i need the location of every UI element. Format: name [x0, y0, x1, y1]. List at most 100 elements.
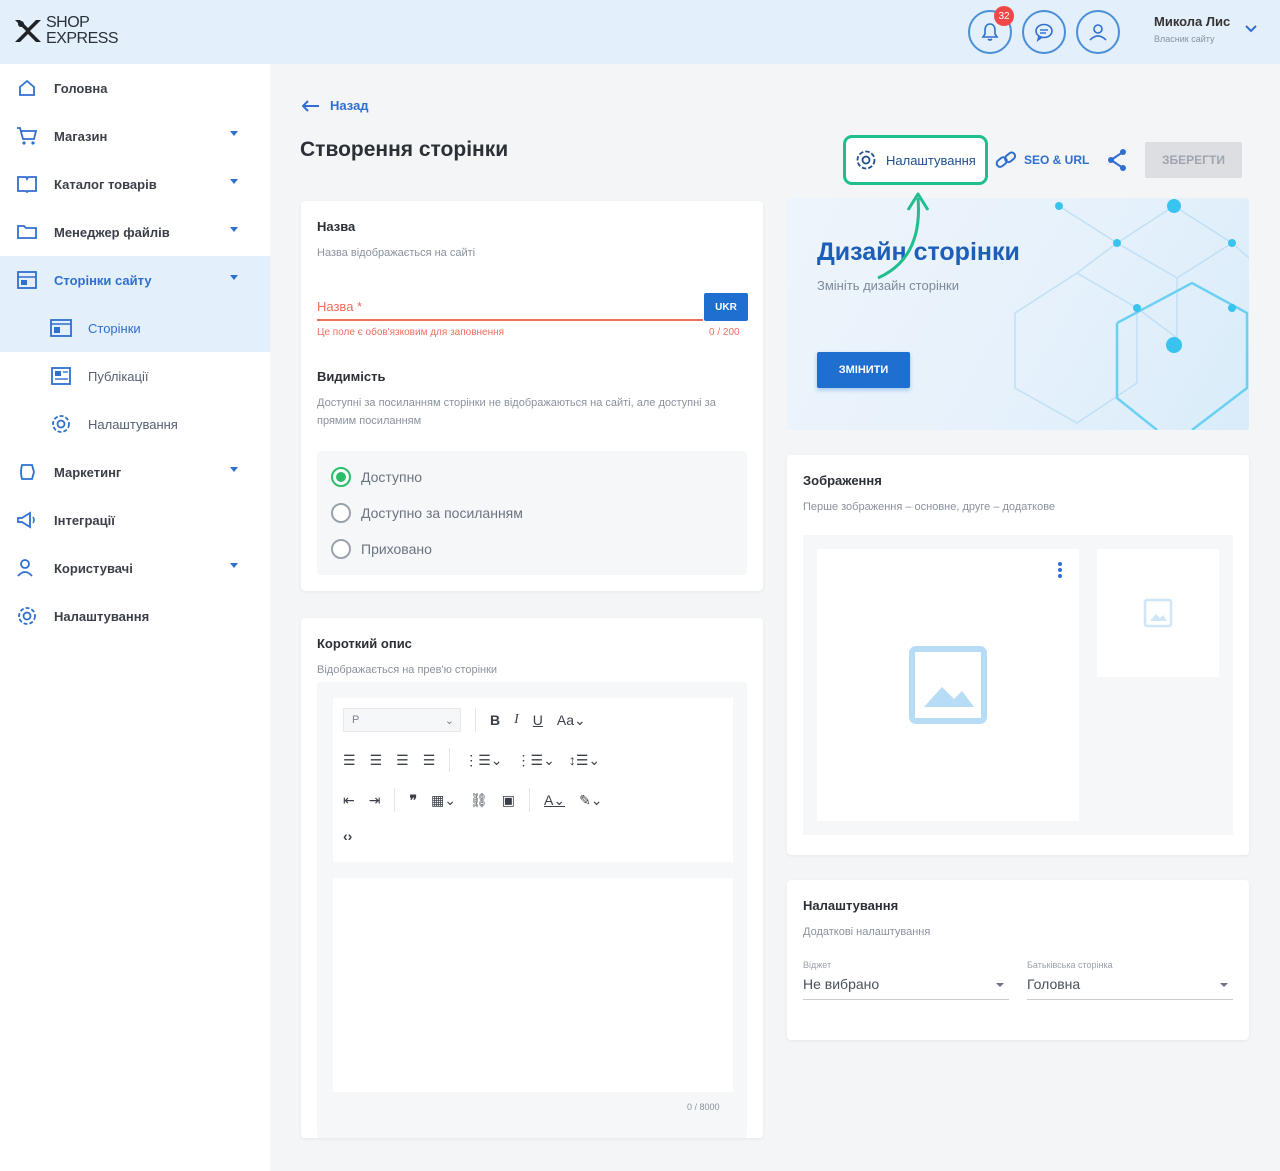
save-button[interactable]: ЗБЕРЕГТИ [1145, 142, 1242, 178]
editor-content-area[interactable] [333, 878, 733, 1092]
visibility-option-hidden[interactable]: Приховано [331, 539, 432, 559]
additional-image-slot[interactable] [1097, 549, 1219, 677]
italic-icon[interactable]: I [514, 712, 519, 728]
page-icon [48, 315, 74, 341]
table-icon[interactable]: ▦⌄ [431, 792, 456, 809]
numbered-list-icon[interactable]: ⋮☰⌄ [517, 752, 555, 769]
logo[interactable]: SHOP EXPRESS [12, 14, 119, 48]
name-char-counter: 0 / 200 [709, 327, 740, 338]
newspaper-icon [48, 363, 74, 389]
visibility-option-available[interactable]: Доступно [331, 467, 422, 487]
indent-icon[interactable]: ⇥ [369, 792, 381, 809]
sidebar-subitem-label: Налаштування [88, 416, 178, 432]
home-icon [14, 75, 40, 101]
gear-icon [48, 411, 74, 437]
design-card: Дизайн сторінки Змініть дизайн сторінки … [787, 198, 1249, 430]
sidebar-item-site-pages[interactable]: Сторінки сайту [0, 256, 270, 304]
sidebar-subitem-pages[interactable]: Сторінки [0, 304, 270, 352]
image-icon[interactable]: ▣ [502, 792, 515, 809]
sidebar-item-integrations[interactable]: Інтеграції [0, 496, 270, 544]
user-menu[interactable]: Микола Лис Власник сайту [1154, 14, 1230, 44]
radio-label: Доступно за посиланням [361, 505, 523, 521]
description-title: Короткий опис [317, 636, 412, 651]
arrow-left-icon [302, 99, 319, 112]
chevron-down-icon: ⌄ [444, 714, 454, 727]
tutorial-arrow-icon [877, 192, 930, 280]
image-placeholder-icon [1143, 598, 1173, 628]
description-subtitle: Відображається на прев'ю сторінки [317, 664, 498, 676]
sidebar-subitem-settings[interactable]: Налаштування [0, 400, 270, 448]
bold-icon[interactable]: B [490, 712, 500, 728]
text-color-icon[interactable]: A⌄ [544, 792, 565, 809]
link-icon[interactable]: ⛓ [470, 792, 488, 809]
settings-button[interactable]: Налаштування [843, 135, 988, 185]
pages-icon [14, 267, 40, 293]
additional-settings-card: Налаштування Додаткові налаштування Відж… [787, 880, 1249, 1040]
radio-label: Приховано [361, 541, 432, 557]
name-input[interactable]: Назва * [317, 293, 703, 321]
line-height-icon[interactable]: ↕☰⌄ [569, 752, 600, 769]
chevron-down-icon [230, 227, 238, 232]
format-select[interactable]: P ⌄ [343, 708, 461, 732]
bullet-list-icon[interactable]: ⋮☰⌄ [464, 752, 502, 769]
seo-url-button[interactable]: SEO & URL [994, 148, 1089, 172]
gear-icon [856, 150, 876, 170]
font-size-icon[interactable]: Aa⌄ [557, 712, 586, 729]
sidebar-item-home[interactable]: Головна [0, 64, 270, 112]
user-icon [1089, 24, 1107, 41]
page-title: Створення сторінки [300, 138, 509, 161]
notifications-button[interactable]: 32 [968, 6, 1014, 54]
parent-page-select[interactable]: Батьківська сторінка Головна [1027, 960, 1233, 1000]
toolbar-separator [529, 788, 530, 812]
name-error-text: Це поле є обов'язковим для заповнення [317, 327, 505, 338]
sidebar-item-catalog[interactable]: Каталог товарів [0, 160, 270, 208]
sidebar-item-settings[interactable]: Налаштування [0, 592, 270, 640]
visibility-option-link[interactable]: Доступно за посиланням [331, 503, 523, 523]
sidebar-item-label: Налаштування [54, 608, 150, 624]
highlight-icon[interactable]: ✎⌄ [579, 792, 602, 809]
name-card-title: Назва [317, 219, 356, 234]
sidebar-item-label: Головна [54, 80, 108, 96]
underline-icon[interactable]: U [533, 712, 543, 728]
megaphone-icon [14, 507, 40, 533]
sidebar-item-file-manager[interactable]: Менеджер файлів [0, 208, 270, 256]
additional-settings-subtitle: Додаткові налаштування [803, 926, 931, 938]
language-button[interactable]: UKR [704, 293, 748, 321]
share-icon[interactable] [1106, 148, 1128, 172]
chevron-down-icon[interactable] [1244, 24, 1258, 34]
sidebar-item-label: Маркетинг [54, 464, 122, 480]
align-right-icon[interactable]: ☰ [396, 752, 409, 769]
back-link[interactable]: Назад [302, 98, 369, 113]
images-subtitle: Перше зображення – основне, друге – дода… [803, 501, 1056, 513]
more-vertical-icon[interactable] [1057, 561, 1063, 579]
quote-icon[interactable]: ❞ [409, 792, 417, 809]
align-center-icon[interactable]: ☰ [370, 752, 383, 769]
gear-icon [14, 603, 40, 629]
widget-select[interactable]: Віджет Не вибрано [803, 960, 1009, 1000]
align-left-icon[interactable]: ☰ [343, 752, 356, 769]
sidebar-item-marketing[interactable]: Маркетинг [0, 448, 270, 496]
chat-button[interactable] [1022, 10, 1066, 54]
align-justify-icon[interactable]: ☰ [423, 752, 436, 769]
sidebar-subitem-label: Сторінки [88, 320, 141, 336]
logo-text-line1: SHOP [46, 14, 90, 31]
sidebar-item-users[interactable]: Користувачі [0, 544, 270, 592]
image-placeholder-icon [909, 646, 987, 724]
sidebar-subitem-publications[interactable]: Публікації [0, 352, 270, 400]
main-image-slot[interactable] [817, 549, 1079, 821]
chevron-down-icon [1220, 983, 1228, 987]
change-design-button[interactable]: ЗМІНИТИ [817, 352, 910, 388]
toolbar-separator [475, 708, 476, 732]
sidebar-item-label: Інтеграції [54, 512, 115, 528]
sidebar-item-shop[interactable]: Магазин [0, 112, 270, 160]
short-description-card: Короткий опис Відображається на прев'ю с… [301, 618, 763, 1138]
back-label: Назад [330, 98, 369, 113]
sidebar-item-label: Користувачі [54, 560, 133, 576]
radio-icon [331, 539, 351, 559]
code-view-icon[interactable]: ‹› [343, 828, 352, 844]
profile-button[interactable] [1076, 10, 1120, 54]
rich-text-editor: P ⌄ B I U Aa⌄ ☰ ☰ ☰ ☰ ⋮☰⌄ ⋮☰⌄ ↕☰⌄ ⇤ ⇥ ❞ … [317, 682, 747, 1138]
radio-checked-icon [331, 467, 351, 487]
outdent-icon[interactable]: ⇤ [343, 792, 355, 809]
parent-page-select-label: Батьківська сторінка [1027, 960, 1113, 970]
